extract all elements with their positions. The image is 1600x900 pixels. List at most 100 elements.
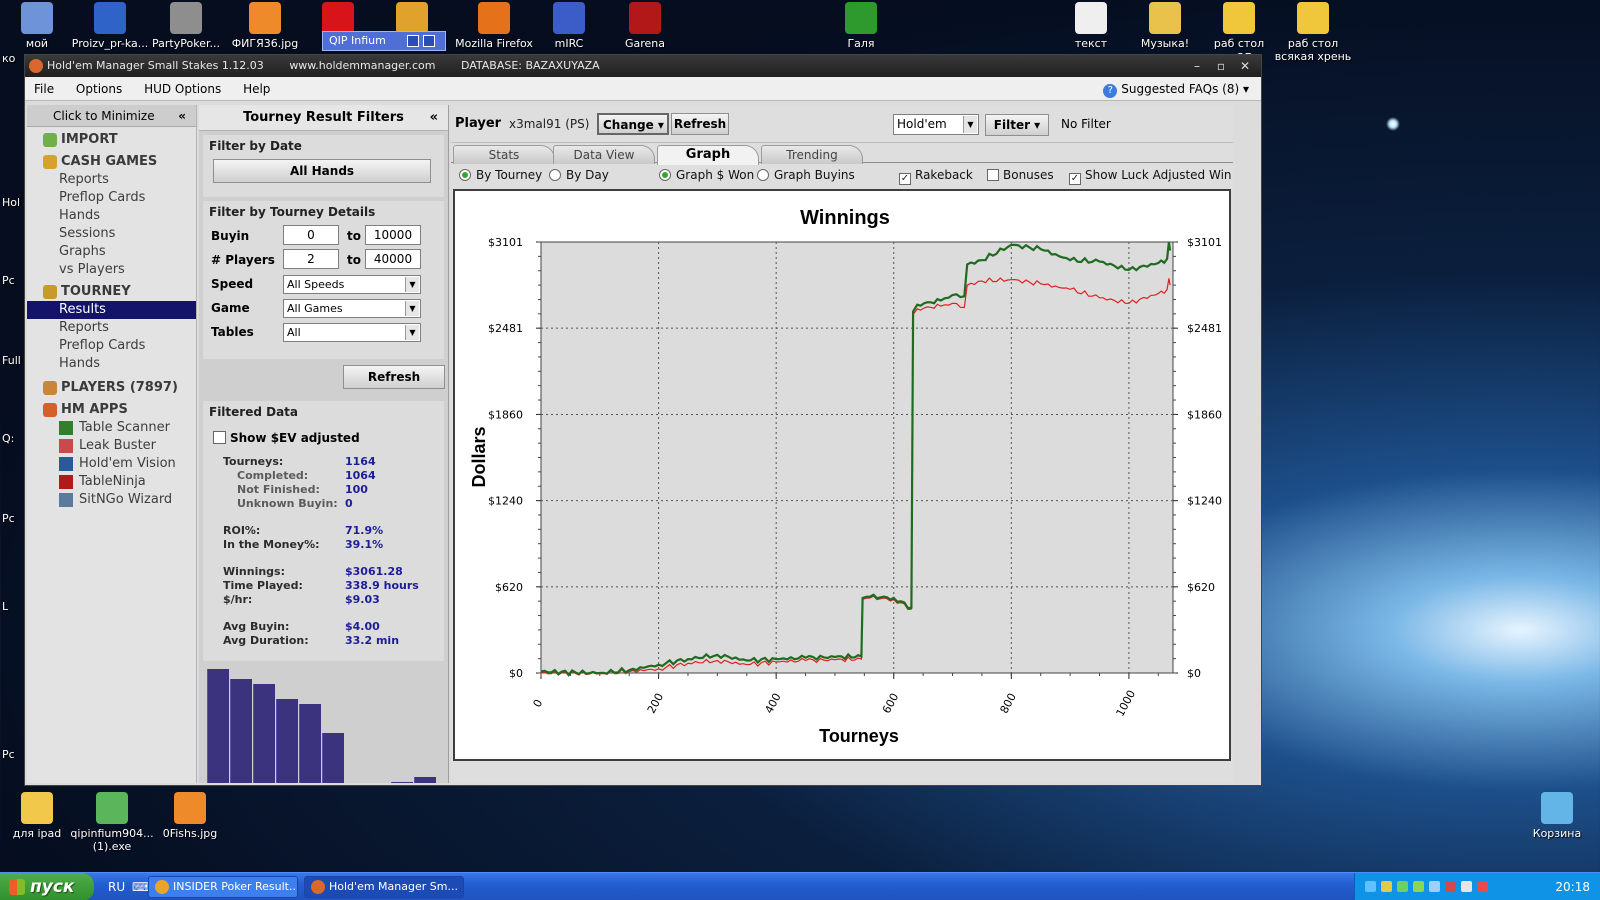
all-hands-button[interactable]: All Hands (213, 159, 431, 183)
by-day-option[interactable]: By Day (549, 163, 609, 187)
desktop-icon-bottom-2[interactable]: 0Fishs.jpg (148, 792, 232, 840)
desktop-icon-1[interactable]: Proizv_pr-ka... (68, 2, 152, 50)
graph-won-option[interactable]: Graph $ Won (659, 163, 754, 187)
radio-selected[interactable] (659, 169, 671, 181)
radio[interactable] (757, 169, 769, 181)
tables-select[interactable]: All ▼ (283, 323, 421, 342)
tab-graph[interactable]: Graph (657, 145, 759, 165)
game-select[interactable]: All Games ▼ (283, 299, 421, 318)
change-button[interactable]: Change ▾ (597, 113, 669, 135)
desktop-icon-11[interactable]: Музыка! (1123, 2, 1207, 50)
buyin-to-input[interactable]: 10000 (365, 225, 421, 245)
radio[interactable] (549, 169, 561, 181)
maximize-button[interactable]: ▫ (1209, 55, 1233, 77)
desktop-icon-bottom-3[interactable]: Корзина (1515, 792, 1599, 840)
qip-restore-icon[interactable] (407, 35, 419, 47)
checkbox-checked[interactable]: ✓ (899, 173, 911, 185)
menu-options[interactable]: Options (67, 77, 131, 101)
tab-data-view[interactable]: Data View (553, 145, 655, 164)
tray-security-icon[interactable] (1413, 881, 1424, 892)
nav-tourney-hands[interactable]: Hands (27, 355, 196, 373)
luck-adjusted-option[interactable]: ✓ Show Luck Adjusted Winnings (1069, 163, 1231, 187)
nav-cash-hands[interactable]: Hands (27, 207, 196, 225)
speed-select[interactable]: All Speeds ▼ (283, 275, 421, 294)
tray-arrow-icon[interactable] (1365, 881, 1376, 892)
checkbox-checked[interactable]: ✓ (1069, 173, 1081, 185)
players-from-input[interactable]: 2 (283, 249, 339, 269)
desktop-icon-bottom-0[interactable]: для ipad (0, 792, 79, 840)
desktop-icon-3[interactable]: ФИГЯ36.jpg (223, 2, 307, 50)
desktop-icon-2[interactable]: PartyPoker... (144, 2, 228, 50)
desktop-icon-6[interactable]: Mozilla Firefox (452, 2, 536, 50)
filters-collapse-icon[interactable]: « (430, 105, 438, 131)
collapse-chevron-icon[interactable]: « (178, 105, 186, 127)
nav-tourney[interactable]: TOURNEY (27, 283, 196, 301)
suggested-faqs[interactable]: ? Suggested FAQs (8) ▾ (1103, 80, 1249, 98)
player-refresh-button[interactable]: Refresh (671, 113, 729, 135)
nav-tourney-results[interactable]: Results (27, 301, 196, 319)
tab-trending[interactable]: Trending (761, 145, 863, 164)
nav-app-sitngo-wizard[interactable]: SitNGo Wizard (27, 491, 196, 509)
players-to-input[interactable]: 40000 (365, 249, 421, 269)
nav-cash-graphs[interactable]: Graphs (27, 243, 196, 261)
bonuses-option[interactable]: Bonuses (987, 163, 1054, 187)
nav-import[interactable]: IMPORT (27, 131, 196, 149)
desktop-icon-13[interactable]: раб стол всякая хрень (1271, 2, 1355, 63)
filter-button[interactable]: Filter ▾ (985, 114, 1049, 136)
click-to-minimize[interactable]: Click to Minimize « (27, 105, 196, 127)
desktop-icon-7[interactable]: mIRC (527, 2, 611, 50)
radio-selected[interactable] (459, 169, 471, 181)
graph-buyins-option[interactable]: Graph Buyins (757, 163, 855, 187)
nav-tourney-reports[interactable]: Reports (27, 319, 196, 337)
tray-shield-icon[interactable] (1381, 881, 1392, 892)
tab-stats[interactable]: Stats (453, 145, 555, 164)
nav-cash-vs-players[interactable]: vs Players (27, 261, 196, 279)
hm-apps-icon (43, 403, 57, 417)
show-ev-checkbox[interactable] (213, 431, 226, 444)
menu-file[interactable]: File (25, 77, 63, 101)
filters-refresh-button[interactable]: Refresh (343, 365, 445, 389)
checkbox[interactable] (987, 169, 999, 181)
rakeback-option[interactable]: ✓ Rakeback (899, 163, 973, 187)
nav-app-leak-buster[interactable]: Leak Buster (27, 437, 196, 455)
desktop-icon-12[interactable]: раб стол (1197, 2, 1281, 50)
nav-app-table-scanner[interactable]: Table Scanner (27, 419, 196, 437)
rakeback-label: Rakeback (915, 168, 973, 182)
buyin-from-input[interactable]: 0 (283, 225, 339, 245)
nav-cash-preflop-cards[interactable]: Preflop Cards (27, 189, 196, 207)
nav-app-tableninja[interactable]: TableNinja (27, 473, 196, 491)
desktop-icon-bottom-1[interactable]: qipinfium904... (1).exe (70, 792, 154, 853)
nav-hm-apps[interactable]: HM APPS (27, 401, 196, 419)
players-row: # Players 2 to 40000 (209, 249, 438, 273)
nav-app-hold-em-vision[interactable]: Hold'em Vision (27, 455, 196, 473)
desktop-icon-10[interactable]: текст (1049, 2, 1133, 50)
nav-cash-sessions[interactable]: Sessions (27, 225, 196, 243)
task-holdem-manager[interactable]: Hold'em Manager Sm... (304, 876, 464, 898)
menu-hud-options[interactable]: HUD Options (135, 77, 230, 101)
nav-tourney-preflop-cards[interactable]: Preflop Cards (27, 337, 196, 355)
keyboard-icon[interactable]: ⌨ (132, 873, 149, 900)
qip-infium-task[interactable]: QIP Infium (322, 31, 446, 51)
task-insider-poker[interactable]: INSIDER Poker Result... (148, 876, 298, 898)
nav-cash-games[interactable]: CASH GAMES (27, 153, 196, 171)
tray-network-icon[interactable] (1429, 881, 1440, 892)
start-button[interactable]: пуск (0, 873, 94, 900)
game-type-select[interactable]: Hold'em ▼ (893, 114, 979, 135)
tray-app-icon[interactable] (1445, 881, 1456, 892)
language-indicator[interactable]: RU (108, 873, 125, 900)
desktop-icon-8[interactable]: Garena (603, 2, 687, 50)
tourney-details-group: Filter by Tourney Details Buyin 0 to 100… (203, 201, 444, 359)
show-ev-row[interactable]: Show $EV adjusted (213, 431, 438, 445)
tray-qip-icon[interactable] (1397, 881, 1408, 892)
tray-chat-icon[interactable] (1461, 881, 1472, 892)
tray-antivirus-icon[interactable] (1477, 881, 1488, 892)
nav-cash-reports[interactable]: Reports (27, 171, 196, 189)
qip-minimize-icon[interactable] (423, 35, 435, 47)
by-tourney-option[interactable]: By Tourney (459, 163, 542, 187)
menu-help[interactable]: Help (234, 77, 279, 101)
nav-players[interactable]: PLAYERS (7897) (27, 379, 196, 397)
minimize-button[interactable]: – (1185, 55, 1209, 77)
close-button[interactable]: ✕ (1233, 55, 1257, 77)
window-titlebar[interactable]: Hold'em Manager Small Stakes 1.12.03 www… (25, 55, 1261, 77)
desktop-icon-9[interactable]: Галя (819, 2, 903, 50)
